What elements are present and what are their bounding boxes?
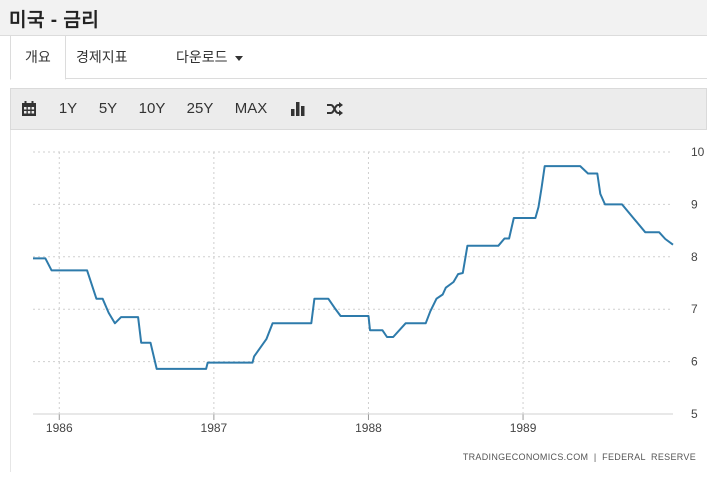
y-tick-label: 10 [691, 145, 705, 159]
tab-download[interactable]: 다운로드 [162, 36, 257, 79]
range-1y-button[interactable]: 1Y [55, 89, 81, 129]
calendar-icon[interactable] [17, 89, 41, 129]
page-title: 미국 - 금리 [9, 10, 100, 31]
series-line [33, 165, 674, 370]
tab-download-label: 다운로드 [176, 49, 228, 65]
title-bar: 미국 - 금리 [0, 0, 707, 36]
range-25y-button[interactable]: 25Y [184, 89, 216, 129]
x-tick-label: 1989 [510, 421, 537, 435]
y-tick-label: 9 [691, 197, 698, 211]
y-tick-label: 7 [691, 302, 698, 316]
range-10y-button[interactable]: 10Y [137, 89, 167, 129]
range-max-button[interactable]: MAX [233, 89, 269, 129]
shuffle-icon[interactable] [323, 89, 347, 129]
x-tick-label: 1987 [201, 421, 228, 435]
x-tick-label: 1986 [46, 421, 73, 435]
x-tick-label: 1988 [355, 421, 382, 435]
chart-toolbar: 1Y 5Y 10Y 25Y MAX [10, 88, 707, 130]
chart-area: 5 6 7 8 9 10 1986 1987 1988 1989 TRADINGECONOMICS.… [10, 130, 707, 472]
range-5y-button[interactable]: 5Y [95, 89, 121, 129]
y-tick-label: 8 [691, 250, 698, 264]
tab-overview[interactable]: 개요 [10, 36, 66, 80]
y-tick-label: 5 [691, 407, 698, 421]
bar-chart-icon[interactable] [287, 89, 309, 129]
tab-indicators[interactable]: 경제지표 [62, 36, 142, 79]
source-label: TRADINGECONOMICS.COM | FEDERAL RESERVE [463, 452, 696, 462]
tab-bar: 개요 경제지표 다운로드 [10, 36, 707, 80]
caret-down-icon [234, 55, 243, 61]
line-chart[interactable]: 5 6 7 8 9 10 1986 1987 1988 1989 TRADINGECONOMICS.… [11, 130, 707, 472]
y-tick-label: 6 [691, 355, 698, 369]
